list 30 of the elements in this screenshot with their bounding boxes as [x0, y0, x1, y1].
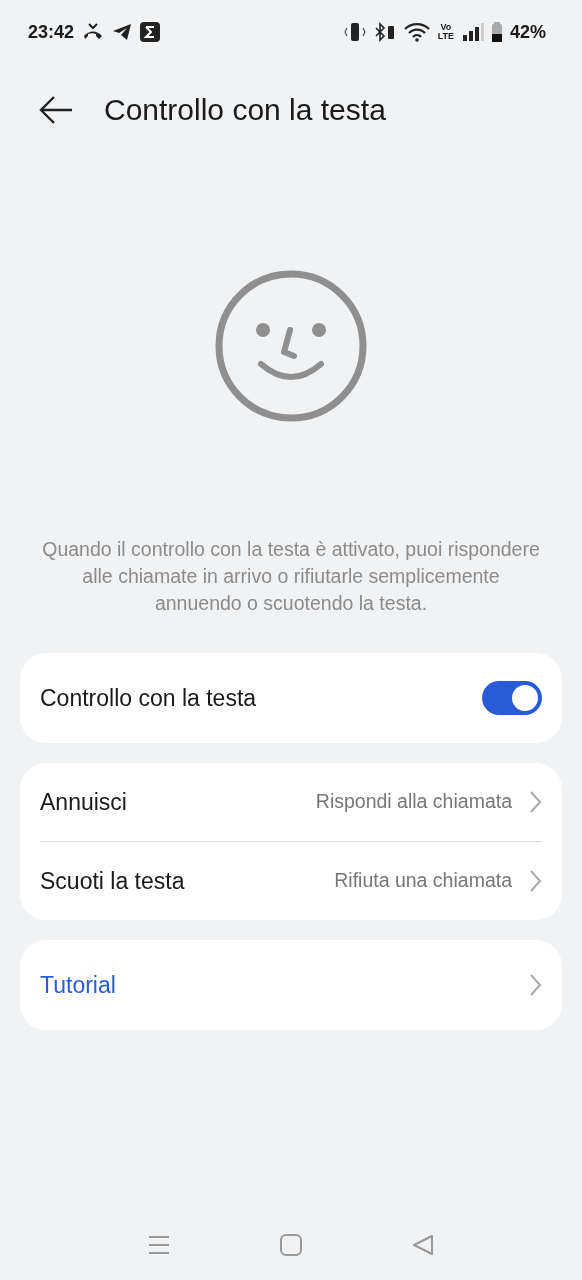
signal-icon	[461, 22, 484, 42]
toggle-switch[interactable]	[482, 681, 542, 715]
status-time: 23:42	[28, 20, 75, 44]
battery-percent: 42%	[509, 20, 546, 44]
paper-plane-icon	[112, 23, 133, 41]
chevron-right-icon	[528, 790, 542, 814]
vibrate-icon	[343, 22, 366, 42]
home-icon[interactable]	[280, 1234, 302, 1256]
sigma-app-icon	[140, 22, 161, 42]
setting-value: Rispondi alla chiamata	[315, 789, 512, 815]
description-text: Quando il controllo con la testa è attivato, puoi rispondere alle chiamate in arrivo o rifiutarle semplicemente annuendo o scuotendo la testa.	[41, 537, 541, 616]
network-type-label: Vo LTE	[437, 23, 454, 41]
tutorial-label: Tutorial	[40, 970, 116, 1000]
settings-row[interactable]: Annuisci Rispondi alla chiamata	[20, 763, 562, 841]
back-icon[interactable]	[38, 95, 74, 125]
wifi-icon	[403, 22, 430, 42]
setting-label: Controllo con la testa	[40, 683, 257, 713]
chevron-right-icon	[528, 869, 542, 893]
setting-label: Scuoti la testa	[40, 866, 185, 896]
settings-row[interactable]: Scuoti la testa Rifiuta una chiamata	[20, 842, 562, 920]
chevron-right-icon	[528, 973, 542, 997]
tutorial-row[interactable]: Tutorial	[20, 940, 562, 1030]
bluetooth-icon	[373, 22, 396, 42]
setting-value: Rifiuta una chiamata	[334, 868, 512, 894]
missed-call-icon	[82, 23, 105, 41]
page-title: Controllo con la testa	[104, 92, 386, 128]
setting-label: Annuisci	[40, 787, 127, 817]
menu-icon[interactable]	[148, 1235, 170, 1255]
face-icon	[213, 268, 369, 424]
battery-icon	[491, 22, 502, 42]
